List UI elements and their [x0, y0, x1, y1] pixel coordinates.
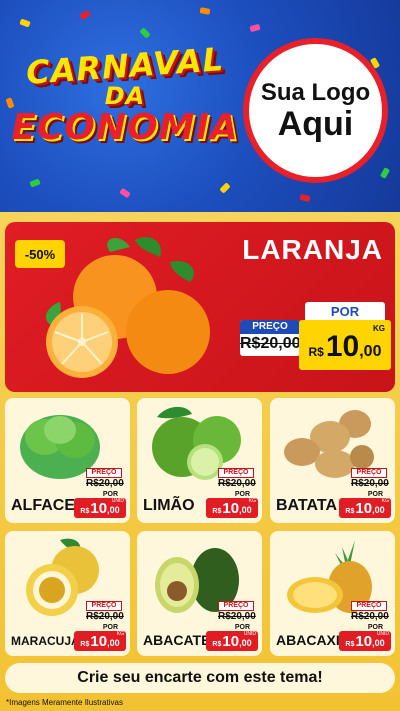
- currency-symbol: R$: [80, 641, 90, 648]
- product-name: LIMÃO: [143, 497, 195, 514]
- preco-label: PREÇO: [86, 601, 122, 611]
- preco-label: PREÇO: [218, 601, 254, 611]
- product-price: R$ 10 ,00 UNID: [339, 631, 391, 651]
- product-name: BATATA: [276, 497, 338, 514]
- product-card-batata: PREÇO R$20,00 POR BATATA R$ 10 ,00 KG: [270, 398, 395, 523]
- price-unit: KG: [116, 631, 124, 637]
- orange-icon: [45, 237, 210, 378]
- price-decimal: ,00: [372, 638, 385, 648]
- por-label: POR: [367, 491, 383, 498]
- product-card-abacate: PREÇO R$20,00 POR ABACATE R$ 10 ,00 UNID: [137, 531, 262, 656]
- por-label: POR: [102, 624, 118, 631]
- product-name: ABACAXI: [276, 632, 340, 648]
- preco-label: PREÇO: [240, 320, 300, 334]
- currency-symbol: R$: [212, 641, 222, 648]
- old-price: R$20,00: [351, 611, 389, 622]
- logo-text-2: Aqui: [277, 104, 354, 143]
- product-price: R$ 10 ,00 UNID: [206, 631, 258, 651]
- disclaimer: *Imagens Meramente Ilustrativas: [6, 698, 123, 707]
- price-unit: KG: [248, 498, 256, 504]
- cta-banner[interactable]: Crie seu encarte com este tema!: [5, 663, 395, 693]
- featured-product: -50% LARANJA POR PREÇO R$20,00 R$ 10 ,00…: [5, 222, 395, 392]
- por-label: POR: [234, 624, 250, 631]
- old-price: R$20,00: [218, 611, 256, 622]
- featured-product-name: LARANJA: [242, 234, 383, 265]
- product-name: ABACATE: [143, 632, 211, 648]
- price-integer: 10: [222, 500, 240, 517]
- product-price: R$ 10 ,00 KG: [206, 498, 258, 518]
- price-unit: UNID: [111, 498, 124, 504]
- old-price: R$20,00: [218, 478, 256, 489]
- product-card-alface: PREÇO R$20,00 POR ALFACE R$ 10 ,00 UNID: [5, 398, 130, 523]
- product-card-abacaxi: PREÇO R$20,00 POR ABACAXI R$ 10 ,00 UNID: [270, 531, 395, 656]
- por-label: POR: [234, 491, 250, 498]
- price-decimal: ,00: [359, 343, 382, 360]
- preco-label: PREÇO: [351, 601, 387, 611]
- por-label: POR: [102, 491, 118, 498]
- por-label: POR: [305, 302, 385, 320]
- price-decimal: ,00: [239, 638, 252, 648]
- price-unit: UNID: [376, 631, 389, 637]
- price-unit: KG: [381, 498, 389, 504]
- currency-symbol: R$: [308, 345, 324, 359]
- campaign-title: CARNAVAL DA ECONOMIA: [10, 40, 240, 170]
- price-integer: 10: [325, 330, 360, 363]
- price-integer: 10: [90, 633, 108, 650]
- featured-price: R$ 10 ,00 KG: [299, 320, 391, 370]
- price-decimal: ,00: [372, 505, 385, 515]
- price-unit: UNID: [243, 631, 256, 637]
- product-price: R$ 10 ,00 KG: [339, 498, 391, 518]
- currency-symbol: R$: [345, 508, 355, 515]
- currency-symbol: R$: [212, 508, 222, 515]
- logo-placeholder: Sua Logo Aqui: [243, 38, 388, 183]
- product-price: R$ 10 ,00 KG: [74, 631, 126, 651]
- currency-symbol: R$: [80, 508, 90, 515]
- product-name: MARACUJÁ: [11, 634, 80, 648]
- price-integer: 10: [90, 500, 108, 517]
- product-name: ALFACE: [11, 497, 75, 514]
- currency-symbol: R$: [345, 641, 355, 648]
- old-price: R$20,00: [86, 611, 124, 622]
- title-line-3: ECONOMIA: [11, 107, 239, 148]
- price-decimal: ,00: [239, 505, 252, 515]
- preco-label: PREÇO: [218, 468, 254, 478]
- product-card-limao: PREÇO R$20,00 POR LIMÃO R$ 10 ,00 KG: [137, 398, 262, 523]
- price-integer: 10: [222, 633, 240, 650]
- price-decimal: ,00: [107, 638, 120, 648]
- old-price: R$20,00: [86, 478, 124, 489]
- title-line-1: CARNAVAL: [24, 40, 226, 92]
- por-label: POR: [367, 624, 383, 631]
- old-price: R$20,00: [351, 478, 389, 489]
- price-integer: 10: [355, 633, 373, 650]
- carnival-header: CARNAVAL DA ECONOMIA Sua Logo Aqui: [0, 0, 400, 212]
- price-decimal: ,00: [107, 505, 120, 515]
- price-unit: KG: [373, 324, 385, 333]
- preco-label: PREÇO: [86, 468, 122, 478]
- old-price: R$20,00: [240, 335, 301, 352]
- old-price-box: PREÇO R$20,00: [240, 320, 301, 356]
- preco-label: PREÇO: [351, 468, 387, 478]
- price-integer: 10: [355, 500, 373, 517]
- logo-text-1: Sua Logo: [260, 78, 371, 106]
- product-price: R$ 10 ,00 UNID: [74, 498, 126, 518]
- product-card-maracuja: PREÇO R$20,00 POR MARACUJÁ R$ 10 ,00 KG: [5, 531, 130, 656]
